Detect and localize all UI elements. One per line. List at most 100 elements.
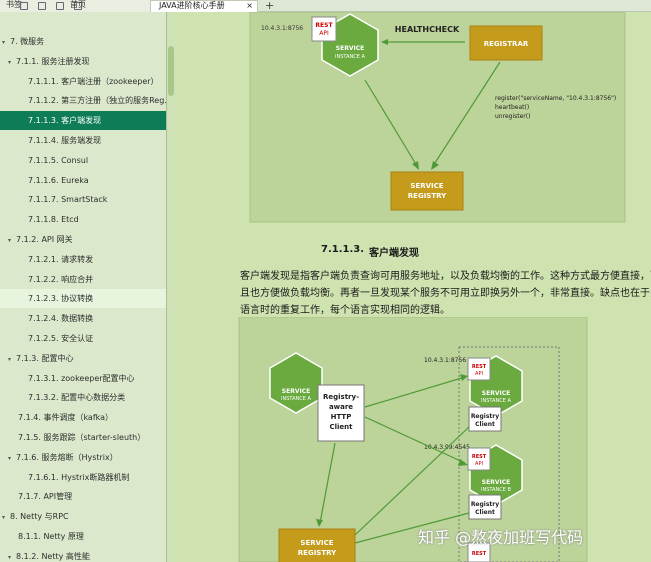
toc-item[interactable]: 7.1.1.7. SmartStack — [0, 190, 166, 209]
expand-arrow-icon[interactable]: ▾ — [2, 33, 10, 52]
toc-item-label: 7.1.1.5. Consul — [28, 156, 89, 165]
toc-item-label: 8. Netty 与RPC — [10, 512, 69, 521]
toc-item[interactable]: 7.1.1.6. Eureka — [0, 171, 166, 190]
paragraph-line: 语言时的重复工作，每个语言实现相同的逻辑。 — [240, 305, 450, 316]
expand-arrow-icon[interactable]: ▾ — [8, 449, 16, 468]
registry-line2: REGISTRY — [408, 192, 447, 200]
heartbeat-call: heartbeat() — [495, 104, 529, 111]
bookmark-tab[interactable]: 书签 首页 — [0, 0, 175, 12]
document-tab-title: JAVA进阶核心手册 — [159, 1, 225, 10]
expand-icon[interactable] — [38, 2, 46, 10]
top-bar: 书签 首页 JAVA进阶核心手册 × + — [0, 0, 651, 12]
add-bookmark-icon[interactable] — [56, 2, 64, 10]
rest-label: REST — [472, 364, 487, 370]
toc-item[interactable]: 7.1.1.5. Consul — [0, 151, 166, 170]
new-tab-icon[interactable]: + — [265, 0, 274, 12]
section-title: 客户端发现 — [369, 248, 419, 259]
toc-item-label: 7.1.5. 服务跟踪（starter-sleuth） — [18, 433, 146, 442]
toc-item-label: 7.1.2.1. 请求转发 — [28, 255, 94, 264]
sidebar-scrollbar[interactable] — [167, 12, 175, 562]
toc-item[interactable]: 7.1.4. 事件调度（kafka） — [0, 408, 166, 427]
toc-item[interactable]: 7.1.1.4. 服务端发现 — [0, 131, 166, 150]
paragraph-line: 且也方便做负载均衡。再者一旦发现某个服务不可用立即换另外一个，非常直接。缺点也在… — [240, 288, 651, 299]
ip-label: 10.4.3.1:8756 — [424, 357, 466, 364]
registry-client-line1: Registry — [471, 413, 499, 420]
toc-item[interactable]: ▾ 7.1.3. 配置中心 — [0, 349, 166, 368]
toc-item-label: 7.1.3.1. zookeeper配置中心 — [28, 374, 135, 383]
expand-arrow-icon[interactable]: ▾ — [8, 231, 16, 250]
registry-client-line1: Registry — [471, 501, 499, 508]
expand-arrow-icon[interactable]: ▾ — [8, 350, 16, 369]
toc-item[interactable]: 7.1.1.8. Etcd — [0, 210, 166, 229]
toc-item[interactable]: ▾ 7.1.1. 服务注册发现 — [0, 52, 166, 71]
toc-sidebar: ▾ 7. 微服务 ▾ 7.1.1. 服务注册发现 7.1.1.1. 客户端注册（zook… — [0, 12, 167, 562]
expand-arrow-icon[interactable]: ▾ — [2, 508, 10, 527]
toc-item[interactable]: 7.1.1.2. 第三方注册（独立的服务Reg... — [0, 91, 166, 110]
toc-item-label: 7.1.3. 配置中心 — [16, 354, 74, 363]
toc-item[interactable]: 7.1.5. 服务跟踪（starter-sleuth） — [0, 428, 166, 447]
toc-item[interactable]: ▾ 7. 微服务 — [0, 32, 166, 51]
toc-item-label: 7.1.2. API 网关 — [16, 235, 73, 244]
http-client-line: Client — [329, 423, 353, 431]
document-page: 10.4.3.1:8756 SERVICE INSTANCE A REST AP… — [175, 12, 651, 562]
service-label: SERVICE — [482, 390, 510, 397]
toc-item[interactable]: 7.1.1.1. 客户端注册（zookeeper） — [0, 72, 166, 91]
toc-item[interactable]: 7.1.1.3. 客户端发现 — [0, 111, 166, 130]
rest-label: REST — [472, 454, 487, 460]
toc-item[interactable]: 7.1.2.3. 协议转换 — [0, 289, 166, 308]
rest-label: REST — [315, 22, 333, 29]
toc-item-label: 7.1.1.1. 客户端注册（zookeeper） — [28, 77, 159, 86]
service-label: SERVICE — [282, 388, 310, 395]
toc-item-label: 7.1.6.1. Hystrix断路器机制 — [28, 473, 130, 482]
rest-api-box — [311, 16, 337, 42]
toc-item-label: 7.1.6. 服务熔断（Hystrix） — [16, 453, 118, 462]
toc-item-label: 8.1.2. Netty 高性能 — [16, 552, 90, 561]
ip-label: 10.4.3.1:8756 — [261, 25, 303, 32]
toc-item-label: 7.1.1.8. Etcd — [28, 215, 79, 224]
toc-item[interactable]: 7.1.3.1. zookeeper配置中心 — [0, 369, 166, 388]
toc-item[interactable]: ▾ 8.1.2. Netty 高性能 — [0, 547, 166, 562]
toc-item[interactable]: 7.1.2.5. 安全认证 — [0, 329, 166, 348]
toc-item-label: 7.1.1.7. SmartStack — [28, 195, 108, 204]
http-client-line: HTTP — [331, 413, 352, 421]
toc-item[interactable]: ▾ 7.1.2. API 网关 — [0, 230, 166, 249]
toc-item-label: 7.1.3.2. 配置中心数据分类 — [28, 393, 126, 402]
toc-item[interactable]: 7.1.3.2. 配置中心数据分类 — [0, 388, 166, 407]
toc-item-label: 7.1.2.4. 数据转换 — [28, 314, 94, 323]
toc-item-label: 7.1.4. 事件调度（kafka） — [18, 413, 114, 422]
service-instance-label: INSTANCE A — [281, 396, 311, 402]
toc-item[interactable]: ▾ 8. Netty 与RPC — [0, 507, 166, 526]
toc-item[interactable]: 7.1.2.2. 响应合并 — [0, 270, 166, 289]
registry-line1: SERVICE — [300, 539, 333, 547]
expand-arrow-icon[interactable]: ▾ — [8, 53, 16, 72]
toc-item[interactable]: 7.1.2.4. 数据转换 — [0, 309, 166, 328]
document-tab[interactable]: JAVA进阶核心手册 × — [150, 0, 258, 12]
registry-client-line2: Client — [475, 509, 495, 516]
service-registry-box — [390, 171, 464, 211]
toc-item-label: 8.1.1. Netty 原理 — [18, 532, 84, 541]
register-call: register("serviceName, "10.4.3.1:8756") — [495, 95, 616, 102]
unregister-call: unregister() — [495, 113, 530, 120]
toc-item-label: 7.1.1.2. 第三方注册（独立的服务Reg... — [28, 96, 167, 105]
api-label: API — [475, 371, 483, 377]
toc-item[interactable]: ▾ 7.1.6. 服务熔断（Hystrix） — [0, 448, 166, 467]
service-instance-label: INSTANCE A — [481, 398, 511, 404]
home-tab-label[interactable]: 首页 — [70, 0, 86, 9]
toc-item[interactable]: 7.1.2.1. 请求转发 — [0, 250, 166, 269]
http-client-line: aware — [329, 403, 353, 411]
toc-item[interactable]: 7.1.7. API管理 — [0, 487, 166, 506]
close-icon[interactable]: × — [246, 1, 253, 10]
toc-item[interactable]: 8.1.1. Netty 原理 — [0, 527, 166, 546]
toc-item-label: 7.1.1. 服务注册发现 — [16, 57, 90, 66]
expand-arrow-icon[interactable]: ▾ — [8, 548, 16, 562]
toc-item[interactable]: 7.1.6.1. Hystrix断路器机制 — [0, 468, 166, 487]
section-number: 7.1.1.3. — [321, 244, 365, 255]
toc-item-label: 7.1.2.5. 安全认证 — [28, 334, 94, 343]
service-label: SERVICE — [336, 45, 364, 52]
service-label: SERVICE — [482, 479, 510, 486]
scrollbar-thumb[interactable] — [168, 46, 174, 96]
service-instance-label: INSTANCE B — [481, 487, 511, 493]
zhihu-watermark: 知乎 @熬夜加班写代码 — [418, 528, 584, 547]
collapse-icon[interactable] — [20, 2, 28, 10]
healthcheck-label: HEALTHCHECK — [395, 25, 460, 34]
